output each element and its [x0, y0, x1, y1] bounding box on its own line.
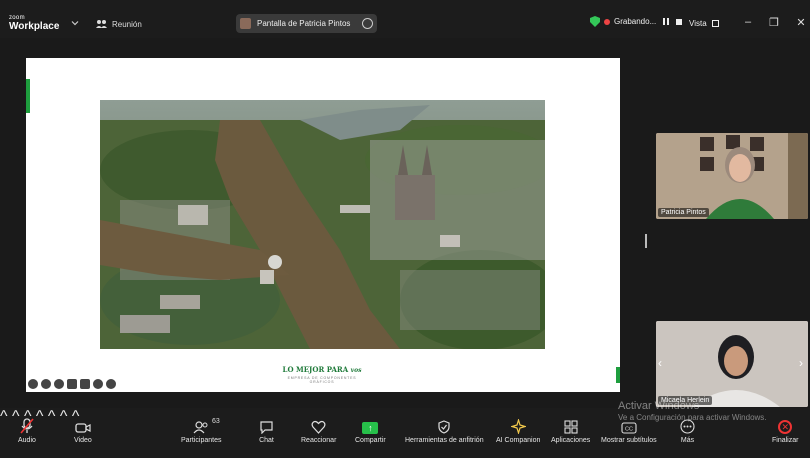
- participant-video: [656, 133, 808, 219]
- slide-accent-bar: [616, 367, 620, 383]
- recording-indicator: Grabando...: [590, 16, 683, 27]
- chevron-right-icon[interactable]: ›: [799, 356, 803, 370]
- meeting-info-button[interactable]: Reunión: [96, 17, 142, 31]
- company-logo: LO MEJOR PARA vos EMPRESA DE COMPONENTES…: [276, 366, 368, 384]
- aerial-flood-photo: [100, 100, 545, 349]
- view-button[interactable]: Vista: [683, 14, 723, 32]
- view-label: Vista: [689, 18, 707, 28]
- app-brand[interactable]: zoom Workplace: [9, 15, 59, 32]
- ai-companion-button[interactable]: AI Companion: [496, 416, 540, 444]
- logo-text: LO MEJOR PARA vos: [282, 365, 362, 374]
- end-label: Finalizar: [772, 437, 799, 444]
- restore-icon[interactable]: ❐: [766, 14, 782, 30]
- windows-activation-watermark: Activar Windows Ve a Configuración para …: [618, 400, 767, 423]
- share-screen-icon: ↑: [362, 422, 379, 434]
- share-label: Compartir: [355, 437, 386, 444]
- arrow-right-icon[interactable]: [106, 379, 116, 389]
- people-icon: [96, 20, 107, 28]
- chat-label: Chat: [259, 437, 274, 444]
- record-dot-icon: [604, 18, 610, 25]
- participants-count: 63: [212, 418, 220, 425]
- ai-companion-label: AI Companion: [496, 437, 541, 444]
- apps-icon: [564, 420, 578, 434]
- captions-icon: CC: [621, 422, 637, 434]
- chevron-up-icon[interactable]: ^: [36, 408, 44, 425]
- chevron-up-icon[interactable]: ^: [0, 408, 8, 425]
- captions-label: Mostrar subtítulos: [601, 437, 657, 444]
- apps-label: Aplicaciones: [551, 437, 591, 444]
- more-icon[interactable]: [93, 379, 103, 389]
- host-tools-label: Herramientas de anfitrión: [405, 437, 484, 444]
- shield-icon: [438, 420, 450, 434]
- zoom-icon[interactable]: [54, 379, 64, 389]
- react-label: Reaccionar: [301, 437, 337, 444]
- meeting-label: Reunión: [112, 19, 142, 29]
- minimize-icon[interactable]: –: [740, 14, 756, 30]
- video-button[interactable]: Video: [74, 416, 92, 444]
- avatar: [240, 18, 251, 29]
- share-screen-button[interactable]: ↑ Compartir: [355, 416, 386, 444]
- microphone-muted-icon: [20, 418, 34, 434]
- logo-script: vos: [350, 367, 362, 374]
- shield-icon: [590, 16, 600, 27]
- brand-name: Workplace: [9, 21, 60, 32]
- more-label: Más: [680, 437, 695, 444]
- apps-button[interactable]: Aplicaciones: [551, 416, 590, 444]
- panel-resize-handle[interactable]: [645, 234, 647, 248]
- svg-text:CC: CC: [625, 427, 633, 433]
- title-bar: zoom Workplace Reunión Pantalla de Patri…: [0, 0, 810, 38]
- pencil-icon[interactable]: [41, 379, 51, 389]
- participant-tile[interactable]: Patricia Pintos: [656, 133, 808, 219]
- captions-icon[interactable]: [67, 379, 77, 389]
- end-meeting-button[interactable]: ✕ Finalizar: [772, 416, 798, 444]
- more-options-icon[interactable]: [362, 18, 373, 29]
- audio-button[interactable]: Audio: [18, 416, 36, 444]
- video-camera-icon[interactable]: [80, 379, 90, 389]
- participant-name: Patricia Pintos: [658, 208, 709, 217]
- host-tools-button[interactable]: Herramientas de anfitrión: [405, 416, 484, 444]
- watermark-subtitle: Ve a Configuración para activar Windows.: [618, 413, 767, 423]
- participant-video: [656, 321, 808, 407]
- aerial-photo-drawing: [100, 100, 545, 349]
- participants-label: Participantes: [181, 437, 222, 444]
- chat-button[interactable]: Chat: [259, 416, 274, 444]
- participants-icon: [193, 421, 208, 434]
- video-label: Video: [74, 437, 92, 444]
- arrow-left-icon[interactable]: [28, 379, 38, 389]
- close-icon: ✕: [778, 420, 793, 434]
- participant-tile[interactable]: Micaela Herlein: [656, 321, 808, 407]
- pause-recording-icon[interactable]: [663, 18, 670, 25]
- video-camera-icon: [75, 423, 91, 433]
- sparkle-icon: [510, 419, 526, 434]
- chevron-left-icon[interactable]: ‹: [658, 356, 662, 370]
- chevron-up-icon[interactable]: ^: [60, 408, 68, 425]
- audio-label: Audio: [18, 437, 36, 444]
- recording-label: Grabando...: [614, 17, 657, 26]
- stop-recording-icon[interactable]: [676, 18, 683, 25]
- chat-icon: [260, 421, 273, 434]
- react-button[interactable]: Reaccionar: [301, 416, 336, 444]
- chevron-down-icon[interactable]: [71, 19, 79, 27]
- heart-icon: [311, 420, 326, 434]
- logo-subtitle: EMPRESA DE COMPONENTES GRÁFICOS: [287, 376, 357, 384]
- watermark-title: Activar Windows: [618, 400, 700, 412]
- annotation-toolbar: [28, 379, 116, 389]
- grid-icon: [711, 19, 719, 27]
- chevron-up-icon[interactable]: ^: [48, 408, 56, 425]
- share-pill-label: Pantalla de Patricia Pintos: [257, 19, 351, 28]
- close-icon[interactable]: ✕: [793, 14, 809, 30]
- slide-accent-bar: [26, 79, 30, 113]
- screen-share-pill[interactable]: Pantalla de Patricia Pintos: [236, 14, 377, 33]
